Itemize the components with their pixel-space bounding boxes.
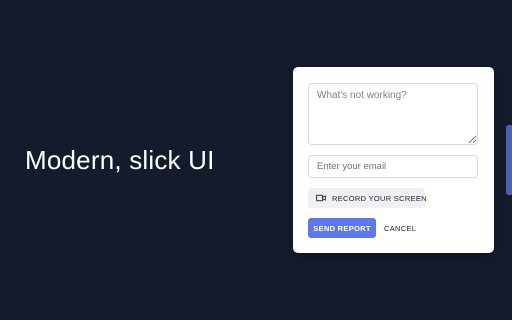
feedback-side-tab[interactable]: [506, 125, 512, 195]
video-camera-icon: [316, 194, 326, 202]
send-report-button[interactable]: SEND REPORT: [308, 218, 376, 238]
headline: Modern, slick UI: [25, 145, 215, 175]
record-screen-button[interactable]: RECORD YOUR SCREEN: [308, 188, 427, 208]
feedback-card: RECORD YOUR SCREEN SEND REPORT CANCEL: [293, 67, 494, 253]
email-input[interactable]: [308, 155, 478, 178]
issue-textarea[interactable]: [308, 83, 478, 145]
cancel-button[interactable]: CANCEL: [384, 218, 416, 238]
record-screen-label: RECORD YOUR SCREEN: [332, 193, 427, 203]
